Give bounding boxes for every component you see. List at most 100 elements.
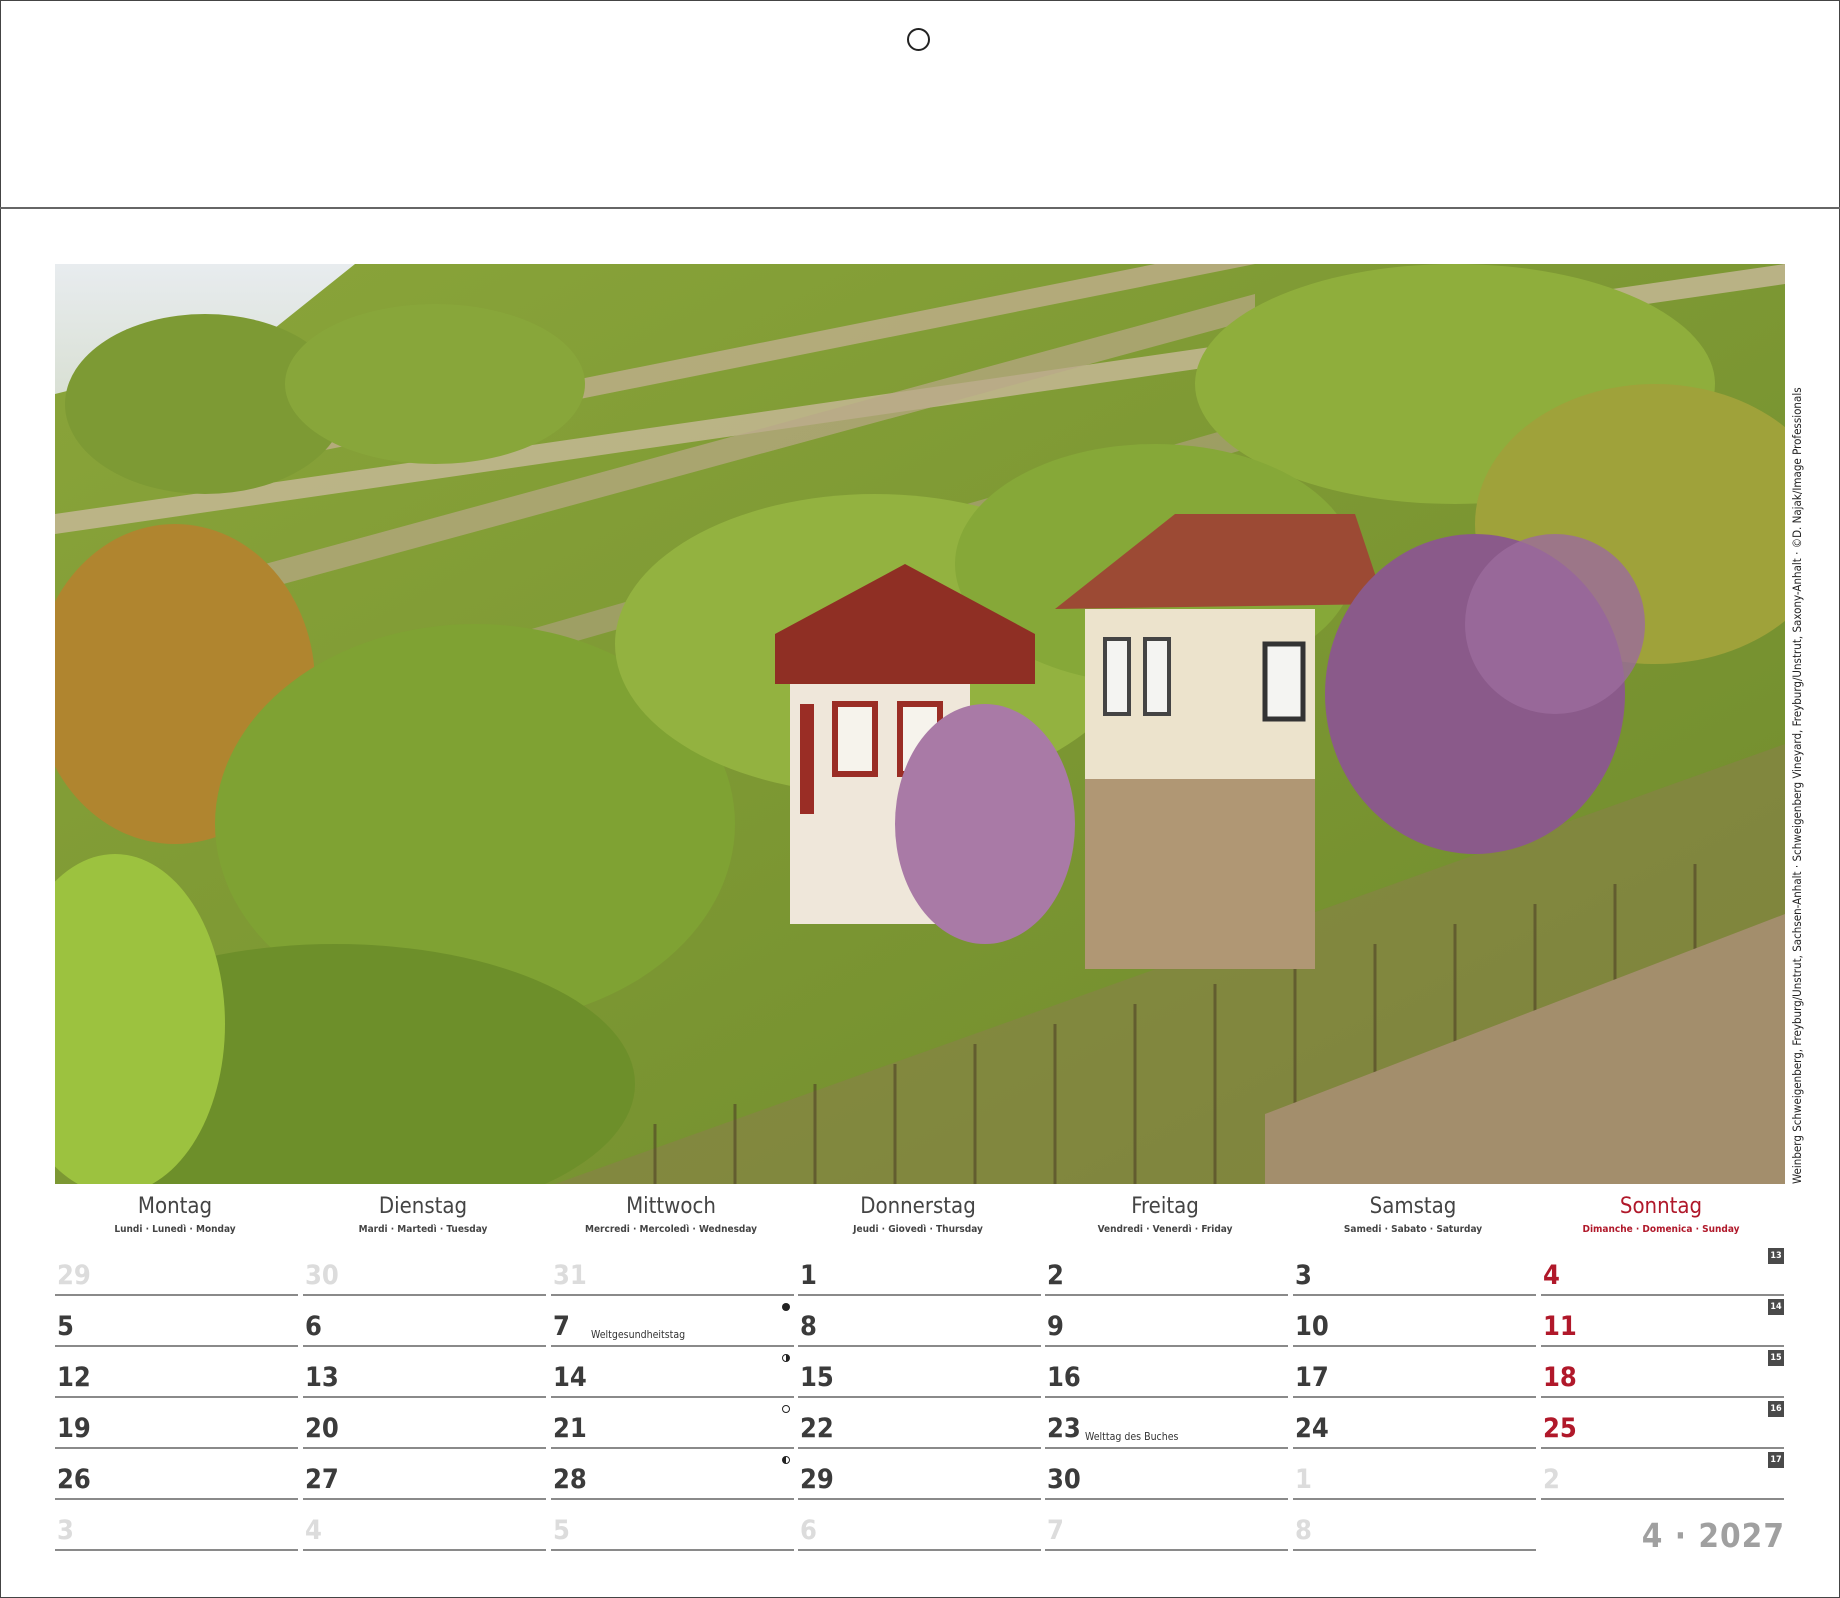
day-number: 10 <box>1295 1311 1329 1342</box>
day-number: 30 <box>305 1260 339 1291</box>
weekday-header-wed: Mittwoch Mercredi · Mercoledì · Wednesday <box>551 1192 791 1235</box>
day-number: 28 <box>553 1464 587 1495</box>
weekday-translations: Mardi · Martedì · Tuesday <box>358 1224 488 1235</box>
day-cell: 8 <box>798 1299 1041 1347</box>
week-number-badge: 13 <box>1768 1248 1784 1264</box>
weekday-name: Freitag <box>1131 1194 1199 1219</box>
day-cell: 4 13 <box>1541 1248 1784 1296</box>
weekday-name: Dienstag <box>378 1194 468 1219</box>
day-cell: 4 <box>303 1503 546 1551</box>
day-cell: 23 Welttag des Buches <box>1045 1401 1288 1449</box>
day-number: 19 <box>57 1413 91 1444</box>
day-cell: 1 <box>798 1248 1041 1296</box>
day-number: 8 <box>1295 1515 1312 1546</box>
weekday-translations: Jeudi · Giovedì · Thursday <box>853 1224 983 1235</box>
day-number: 9 <box>1047 1311 1064 1342</box>
day-number: 31 <box>553 1260 587 1291</box>
day-cell: 27 <box>303 1452 546 1500</box>
day-cell: 17 <box>1293 1350 1536 1398</box>
day-cell: 6 <box>798 1503 1041 1551</box>
day-cell: 3 <box>1293 1248 1536 1296</box>
week-number-badge: 16 <box>1768 1401 1784 1417</box>
new-moon-icon <box>782 1303 790 1311</box>
lastq-moon-icon <box>782 1456 790 1464</box>
day-cell: 9 <box>1045 1299 1288 1347</box>
full-moon-icon <box>782 1405 790 1413</box>
day-cell: 5 <box>551 1503 794 1551</box>
weekday-translations: Dimanche · Domenica · Sunday <box>1582 1224 1740 1235</box>
day-cell: 5 <box>55 1299 298 1347</box>
weekday-translations: Samedi · Sabato · Saturday <box>1343 1224 1483 1235</box>
day-number: 22 <box>800 1413 834 1444</box>
week-number-badge: 17 <box>1768 1452 1784 1468</box>
day-number: 2 <box>1047 1260 1064 1291</box>
day-cell: 20 <box>303 1401 546 1449</box>
week-number-badge: 14 <box>1768 1299 1784 1315</box>
day-number: 16 <box>1047 1362 1081 1393</box>
month-year-label: 4 · 2027 <box>1641 1516 1785 1555</box>
weekday-translations: Vendredi · Venerdì · Friday <box>1097 1224 1233 1235</box>
day-cell: 14 <box>551 1350 794 1398</box>
day-number: 8 <box>800 1311 817 1342</box>
day-cell: 13 <box>303 1350 546 1398</box>
day-cell: 2 17 <box>1541 1452 1784 1500</box>
day-cell: 24 <box>1293 1401 1536 1449</box>
day-cell: 21 <box>551 1401 794 1449</box>
day-number: 17 <box>1295 1362 1329 1393</box>
day-cell: 30 <box>303 1248 546 1296</box>
day-number: 13 <box>305 1362 339 1393</box>
day-cell: 8 <box>1293 1503 1536 1551</box>
day-cell: 19 <box>55 1401 298 1449</box>
weekday-name: Montag <box>137 1194 213 1219</box>
day-number: 4 <box>305 1515 322 1546</box>
weekday-name: Mittwoch <box>626 1194 716 1219</box>
day-number: 11 <box>1543 1311 1577 1342</box>
weekday-header-tue: Dienstag Mardi · Martedì · Tuesday <box>303 1192 543 1235</box>
weekday-translations: Lundi · Lunedì · Monday <box>114 1224 236 1235</box>
day-number: 29 <box>800 1464 834 1495</box>
photo-credit: Weinberg Schweigenberg, Freyburg/Unstrut… <box>1790 387 1804 1184</box>
day-cell: 25 16 <box>1541 1401 1784 1449</box>
day-number: 29 <box>57 1260 91 1291</box>
day-cell: 7 <box>1045 1503 1288 1551</box>
day-number: 6 <box>800 1515 817 1546</box>
day-cell: 7 Weltgesundheitstag <box>551 1299 794 1347</box>
weekday-header-sun: Sonntag Dimanche · Domenica · Sunday <box>1541 1192 1781 1235</box>
weekday-name: Samstag <box>1369 1194 1457 1219</box>
day-cell: 29 <box>55 1248 298 1296</box>
day-number: 24 <box>1295 1413 1329 1444</box>
day-number: 21 <box>553 1413 587 1444</box>
day-number: 12 <box>57 1362 91 1393</box>
weekday-name: Donnerstag <box>860 1194 976 1219</box>
day-number: 7 <box>553 1311 570 1342</box>
day-number: 4 <box>1543 1260 1560 1291</box>
weekday-translations: Mercredi · Mercoledì · Wednesday <box>584 1224 757 1235</box>
day-cell: 26 <box>55 1452 298 1500</box>
day-cell: 1 <box>1293 1452 1536 1500</box>
day-number: 7 <box>1047 1515 1064 1546</box>
day-number: 3 <box>57 1515 74 1546</box>
day-cell: 31 <box>551 1248 794 1296</box>
day-number: 5 <box>553 1515 570 1546</box>
day-cell: 18 15 <box>1541 1350 1784 1398</box>
day-number: 1 <box>800 1260 817 1291</box>
weekday-name: Sonntag <box>1619 1194 1703 1219</box>
weekday-header-fri: Freitag Vendredi · Venerdì · Friday <box>1045 1192 1285 1235</box>
day-number: 23 <box>1047 1413 1081 1444</box>
day-cell: 3 <box>55 1503 298 1551</box>
hanging-hole <box>907 28 930 51</box>
day-cell: 16 <box>1045 1350 1288 1398</box>
weekday-header-mon: Montag Lundi · Lunedì · Monday <box>55 1192 295 1235</box>
holiday-note: Weltgesundheitstag <box>591 1329 686 1341</box>
day-cell: 28 <box>551 1452 794 1500</box>
day-cell: 29 <box>798 1452 1041 1500</box>
holiday-note: Welttag des Buches <box>1085 1431 1179 1443</box>
vineyard-illustration <box>55 264 1785 1184</box>
day-number: 5 <box>57 1311 74 1342</box>
day-number: 15 <box>800 1362 834 1393</box>
day-cell: 15 <box>798 1350 1041 1398</box>
day-number: 3 <box>1295 1260 1312 1291</box>
day-cell: 11 14 <box>1541 1299 1784 1347</box>
day-cell: 6 <box>303 1299 546 1347</box>
day-number: 20 <box>305 1413 339 1444</box>
